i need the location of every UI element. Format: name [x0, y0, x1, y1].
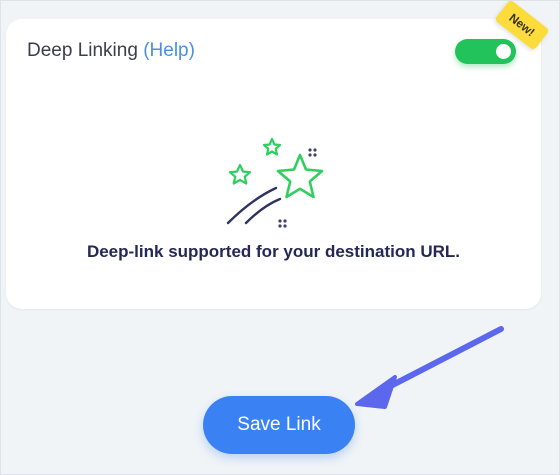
small-star-top	[262, 137, 282, 156]
toggle-knob	[496, 44, 511, 59]
big-star	[276, 153, 324, 199]
deep-linking-card: Deep Linking (Help) Deep-link supported …	[6, 19, 541, 309]
deep-linking-toggle[interactable]	[455, 39, 516, 64]
pointer-arrow-icon	[351, 319, 511, 419]
page-frame: Deep Linking (Help) Deep-link supported …	[0, 0, 560, 475]
card-title: Deep Linking (Help)	[27, 40, 195, 62]
shooting-stars-icon	[216, 133, 336, 233]
save-link-button[interactable]: Save Link	[203, 396, 355, 454]
card-title-text: Deep Linking	[27, 40, 138, 61]
help-link[interactable]: (Help)	[143, 40, 195, 61]
deep-link-message: Deep-link supported for your destination…	[86, 242, 461, 261]
small-star-left	[228, 163, 252, 185]
